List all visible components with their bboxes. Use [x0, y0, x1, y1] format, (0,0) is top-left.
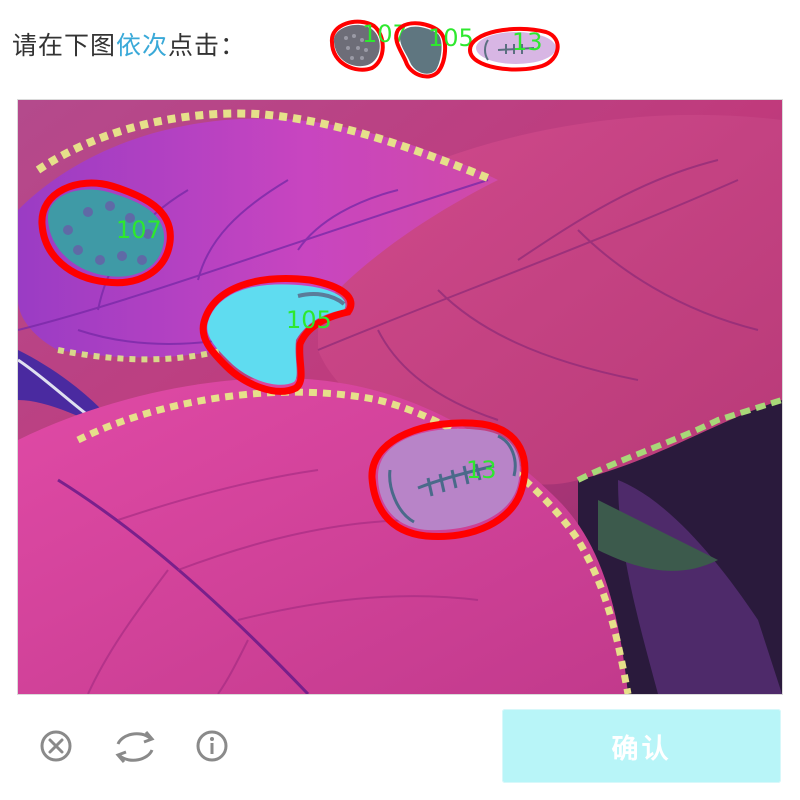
target-icons-strip: 107 105 13: [320, 14, 590, 84]
info-icon[interactable]: [192, 730, 232, 770]
marker-label-107: 107: [116, 216, 162, 244]
prompt-suffix: 点击：: [168, 31, 247, 60]
marker-label-105: 105: [286, 306, 332, 334]
captcha-header: 请在下图依次点击： 107 105 13: [0, 0, 800, 88]
captcha-background-image[interactable]: 107 105 13: [18, 100, 782, 694]
target-icon-gray-shape: 105: [394, 21, 474, 79]
close-circle-icon[interactable]: [36, 730, 76, 770]
captcha-prompt: 请在下图依次点击：: [12, 26, 246, 62]
marker-label-13: 13: [466, 456, 497, 484]
target-label-1: 107: [362, 20, 408, 48]
refresh-icon[interactable]: [112, 730, 158, 770]
prompt-prefix: 请在下图: [12, 31, 117, 60]
captcha-image-area[interactable]: 107 105 13: [17, 99, 783, 695]
target-label-3: 13: [512, 28, 543, 56]
confirm-button[interactable]: 确认: [502, 709, 781, 783]
target-label-2: 105: [428, 24, 474, 52]
target-icon-football: 13: [467, 26, 560, 72]
prompt-highlight: 依次: [116, 31, 169, 60]
